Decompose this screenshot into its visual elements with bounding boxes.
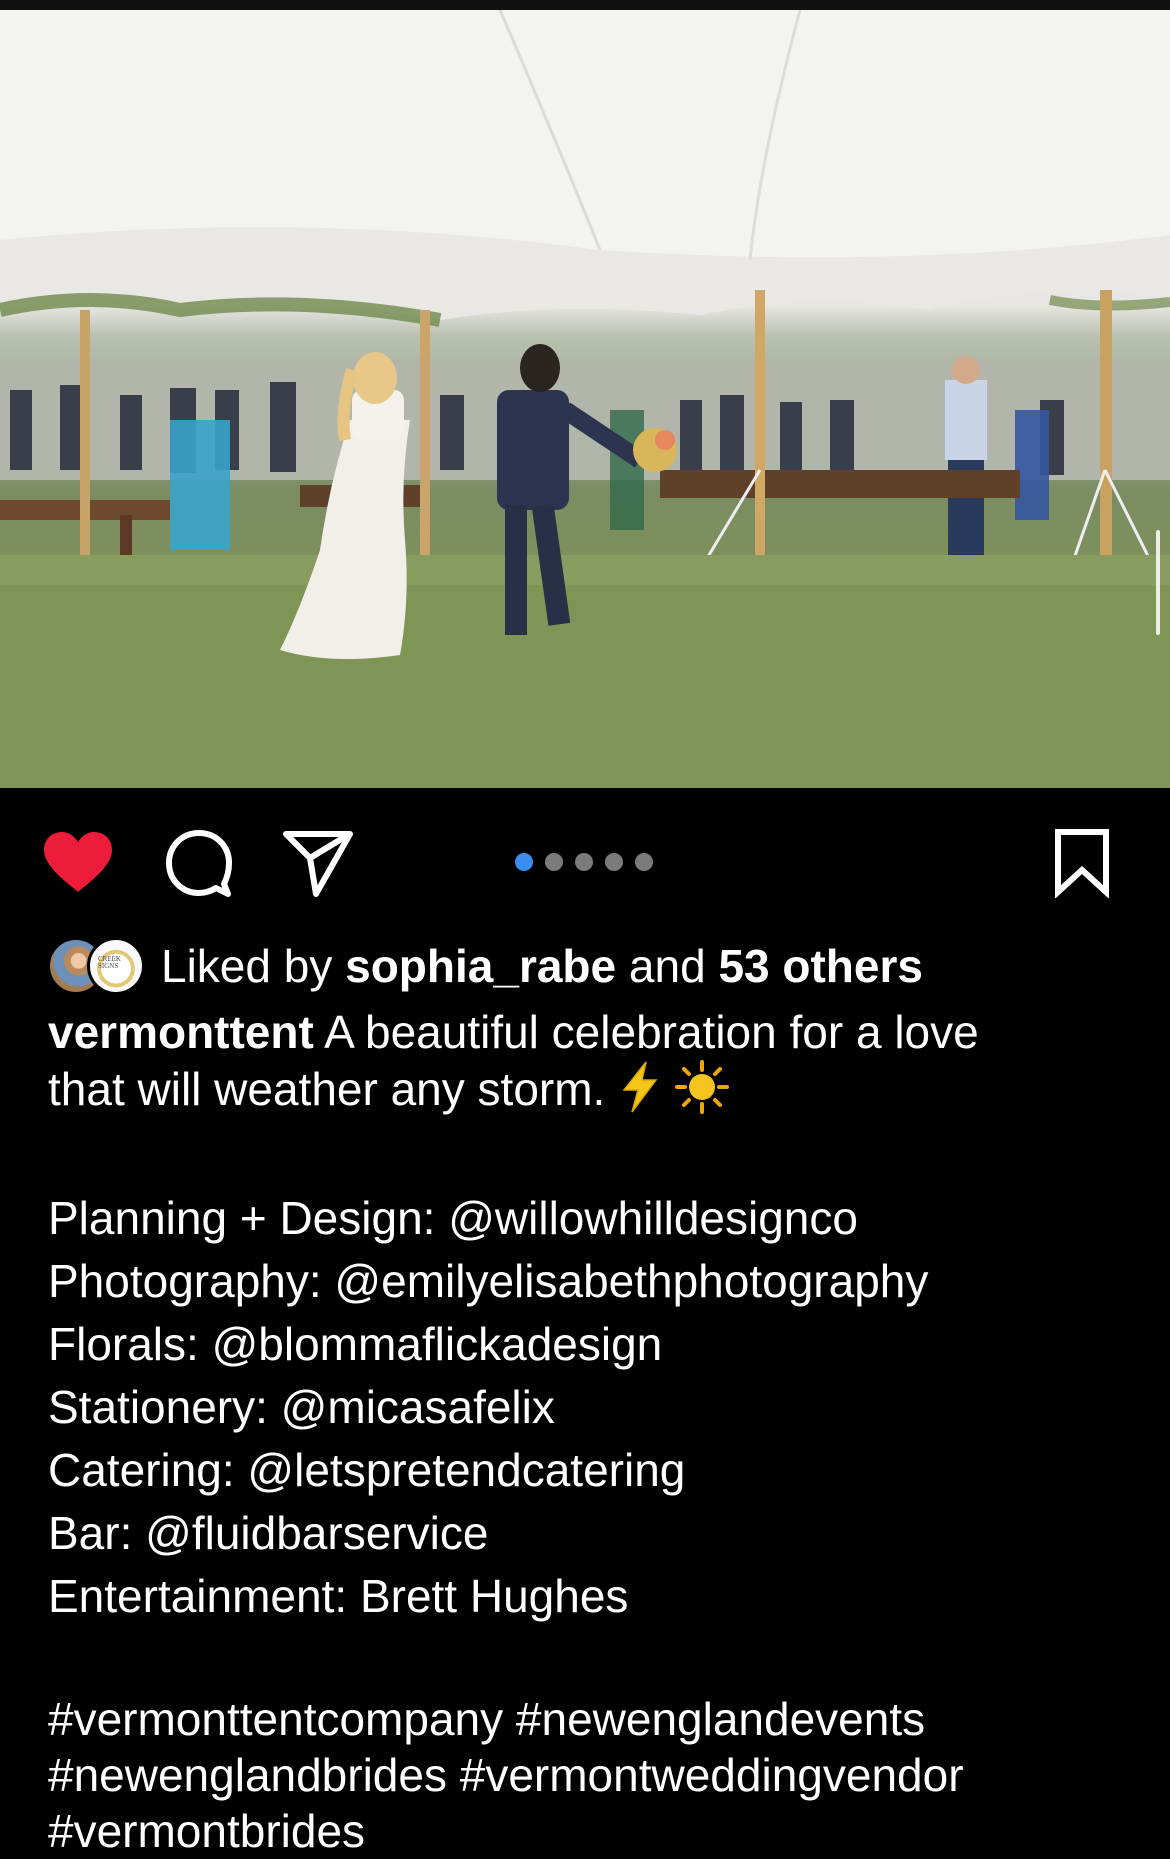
heart-filled-icon[interactable] xyxy=(42,830,114,894)
bookmark-icon[interactable] xyxy=(1052,828,1112,899)
liker-username[interactable]: sophia_rabe xyxy=(345,940,616,992)
likes-others-link[interactable]: 53 others xyxy=(718,940,923,992)
credit-line: Catering: @letspretendcatering xyxy=(48,1444,686,1496)
caption-credits: Planning + Design: @willowhilldesignco P… xyxy=(48,1187,928,1628)
status-strip xyxy=(0,0,1170,10)
carousel-dot xyxy=(545,853,563,871)
comment-bubble-icon[interactable] xyxy=(164,828,234,898)
post-action-bar xyxy=(0,788,1170,928)
credit-line: Entertainment: Brett Hughes xyxy=(48,1570,629,1622)
post-image[interactable] xyxy=(0,10,1170,788)
caption-text: A beautiful celebration for a love xyxy=(324,1006,979,1058)
carousel-dot-active xyxy=(515,853,533,871)
hashtag-line[interactable]: #vermontbrides xyxy=(48,1803,964,1859)
likes-joiner: and xyxy=(628,940,706,992)
caption-hashtags: #vermonttentcompany #newenglandevents #n… xyxy=(48,1691,964,1859)
lightning-icon xyxy=(618,1060,662,1126)
wedding-photo xyxy=(0,10,1170,788)
carousel-indicator xyxy=(515,853,653,873)
carousel-dot xyxy=(635,853,653,871)
likes-prefix: Liked by xyxy=(161,940,333,992)
caption-username[interactable]: vermonttent xyxy=(48,1006,314,1058)
post-caption: vermonttent A beautiful celebration for … xyxy=(48,1004,1148,1126)
sun-icon xyxy=(674,1060,729,1126)
paper-plane-icon[interactable] xyxy=(282,828,354,898)
hashtag-line[interactable]: #newenglandbrides #vermontweddingvendor xyxy=(48,1747,964,1803)
credit-line: Planning + Design: @willowhilldesignco xyxy=(48,1192,858,1244)
scroll-indicator[interactable] xyxy=(1156,530,1160,635)
credit-line: Photography: @emilyelisabethphotography xyxy=(48,1255,929,1307)
caption-text: that will weather any storm. xyxy=(48,1063,606,1116)
avatar[interactable]: CREEK SIGNS xyxy=(87,937,145,995)
credit-line: Bar: @fluidbarservice xyxy=(48,1507,489,1559)
credit-line: Stationery: @micasafelix xyxy=(48,1381,555,1433)
carousel-dot xyxy=(575,853,593,871)
likes-summary[interactable]: CREEK SIGNS Liked by sophia_rabe and 53 o… xyxy=(47,937,923,995)
likes-text: Liked by sophia_rabe and 53 others xyxy=(161,939,923,993)
credit-line: Florals: @blommaflickadesign xyxy=(48,1318,663,1370)
hashtag-line[interactable]: #vermonttentcompany #newenglandevents xyxy=(48,1691,964,1747)
carousel-dot xyxy=(605,853,623,871)
